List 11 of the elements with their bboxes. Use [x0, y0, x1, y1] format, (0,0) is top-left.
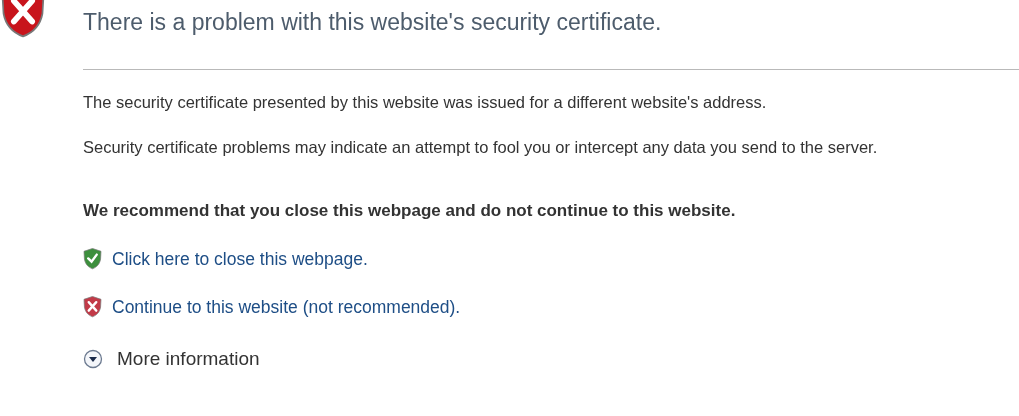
more-information-label[interactable]: More information	[117, 344, 260, 374]
option-link[interactable]: Click here to close this webpage.	[112, 244, 368, 274]
option-link[interactable]: Continue to this website (not recommended).	[112, 292, 461, 322]
description-text: The security certificate presented by this website was issued for a different website's address.	[83, 92, 768, 113]
description-text: Security certificate problems may indicate an attempt to fool you or intercept any data you send to the server.	[83, 137, 879, 158]
error-shield-icon	[83, 296, 102, 318]
recommendation-text: We recommend that you close this webpage and do not continue to this website.	[83, 200, 737, 222]
page-title: There is a problem with this website's security certificate.	[83, 8, 663, 37]
expand-icon[interactable]	[83, 349, 103, 369]
error-shield-icon	[0, 0, 46, 38]
check-shield-icon	[83, 248, 102, 270]
